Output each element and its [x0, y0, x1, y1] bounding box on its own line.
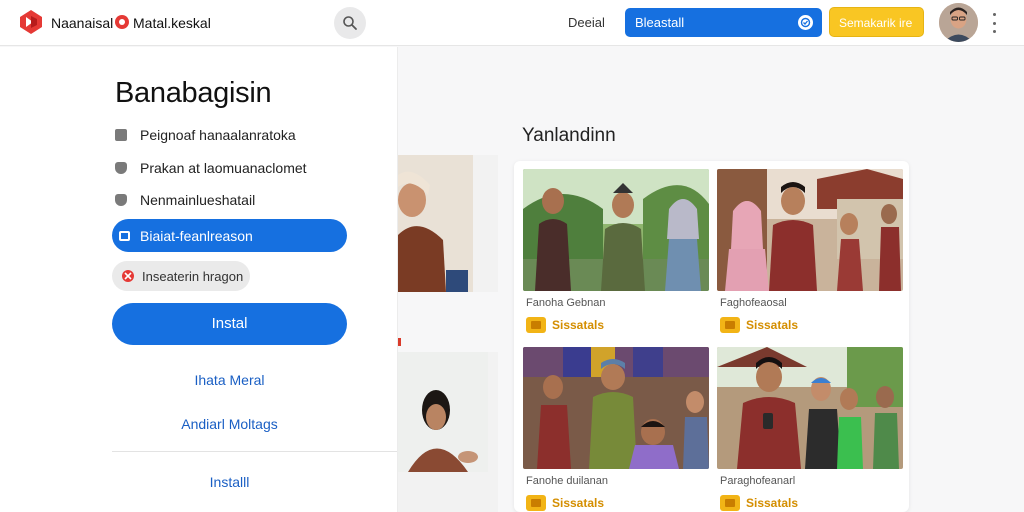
blue-search-field[interactable]: Bleastall — [625, 8, 822, 37]
card-photo[interactable] — [717, 347, 903, 469]
card-caption: Fanoha Gebnan — [526, 297, 606, 309]
card-photo[interactable] — [717, 169, 903, 291]
photo-grid: Fanoha Gebnan Sissatals Faghofeaosal Sis… — [514, 161, 909, 512]
option-label: Peignoaf hanaalanratoka — [140, 127, 296, 143]
card-photo[interactable] — [523, 169, 709, 291]
card-stat: Sissatals — [720, 317, 798, 333]
card-stat-text: Sissatals — [552, 318, 605, 332]
card-caption: Paraghofeanarl — [720, 475, 796, 487]
more-menu-icon[interactable] — [989, 13, 999, 33]
blue-field-text: Bleastall — [635, 15, 685, 30]
shield-icon[interactable] — [115, 194, 127, 206]
install-button-label: Instal — [211, 315, 248, 332]
card-stat-text: Sissatals — [746, 496, 799, 510]
background-photo — [398, 155, 498, 512]
link-primary[interactable]: Ihata Meral — [112, 372, 347, 388]
yellow-button-label: Semakarik ire — [839, 16, 913, 30]
shield-icon[interactable] — [115, 162, 127, 174]
folder-icon — [720, 317, 740, 333]
brand-secondary[interactable]: Matal.keskal — [133, 15, 211, 31]
panel-title: Banabagisin — [115, 77, 272, 109]
selected-option[interactable]: Biaiat-feanlreason — [112, 219, 347, 252]
yellow-action-button[interactable]: Semakarik ire — [829, 7, 924, 37]
divider — [112, 451, 397, 452]
card-stat-text: Sissatals — [552, 496, 605, 510]
link-install[interactable]: Installl — [112, 474, 347, 490]
record-icon — [115, 15, 129, 29]
chip-label: Inseaterin hragon — [142, 269, 244, 284]
install-panel: Banabagisin Peignoaf hanaalanratoka Prak… — [0, 47, 398, 512]
top-bar: Naanaisal Matal.keskal Deeial Bleastall … — [0, 0, 1024, 46]
folder-icon — [526, 495, 546, 511]
check-circle-icon[interactable] — [798, 15, 813, 30]
photo-card[interactable]: Faghofeaosal Sissatals — [717, 169, 903, 333]
folder-icon — [526, 317, 546, 333]
photo-card[interactable]: Fanoha Gebnan Sissatals — [523, 169, 709, 333]
search-icon — [343, 16, 357, 30]
install-button[interactable]: Instal — [112, 303, 347, 345]
photo-card[interactable]: Fanohe duilanan Sissatals — [523, 347, 709, 511]
card-stat: Sissatals — [526, 495, 604, 511]
card-photo[interactable] — [523, 347, 709, 469]
warning-icon — [121, 269, 135, 283]
card-stat-text: Sissatals — [746, 318, 799, 332]
option-label: Nenmainlueshatail — [140, 192, 256, 208]
card-caption: Faghofeaosal — [720, 297, 787, 309]
info-chip[interactable]: Inseaterin hragon — [112, 261, 250, 291]
brand-name[interactable]: Naanaisal — [51, 15, 113, 31]
selected-option-label: Biaiat-feanlreason — [140, 228, 253, 244]
folder-icon — [720, 495, 740, 511]
card-stat: Sissatals — [720, 495, 798, 511]
link-secondary[interactable]: Andiarl Moltags — [112, 416, 347, 432]
nav-link[interactable]: Deeial — [568, 15, 605, 30]
section-title: Yanlandinn — [522, 125, 616, 146]
card-caption: Fanohe duilanan — [526, 475, 608, 487]
card-stat: Sissatals — [526, 317, 604, 333]
photo-card[interactable]: Paraghofeanarl Sissatals — [717, 347, 903, 511]
checkbox-checked-icon — [119, 231, 130, 241]
search-button[interactable] — [334, 7, 366, 39]
checkbox-icon[interactable] — [115, 129, 127, 141]
user-avatar[interactable] — [939, 3, 978, 42]
brand-logo-icon[interactable] — [18, 9, 44, 35]
option-label: Prakan at laomuanaclomet — [140, 160, 307, 176]
